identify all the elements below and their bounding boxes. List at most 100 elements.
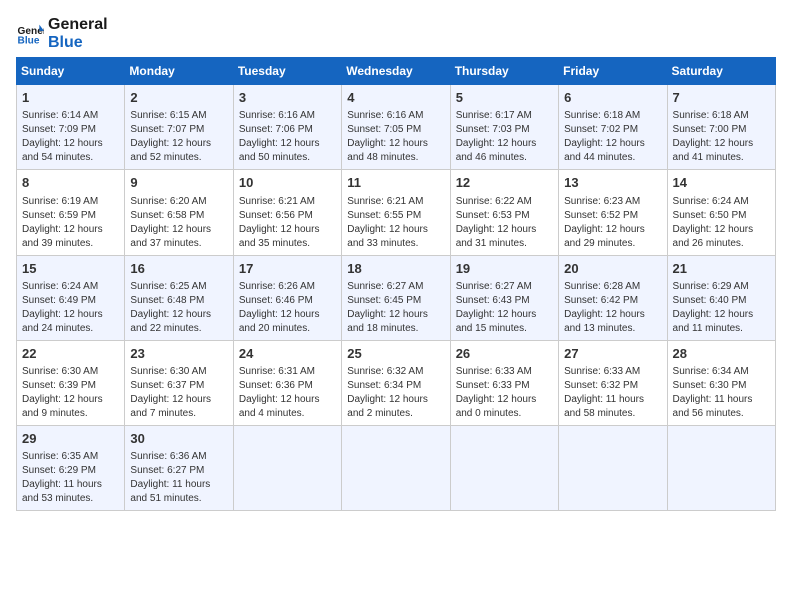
calendar-cell: 26Sunrise: 6:33 AM Sunset: 6:33 PM Dayli… [450,340,558,425]
calendar-cell: 25 Sunrise: 6:32 AM Sunset: 6:34 PM Dayli… [342,340,450,425]
day-number: 2 [130,89,227,107]
day-number: 3 [239,89,336,107]
day-number: 17 [239,260,336,278]
calendar-header: SundayMondayTuesdayWednesdayThursdayFrid… [17,58,776,85]
calendar-cell: 6 Sunrise: 6:18 AM Sunset: 7:02 PM Daylig… [559,85,667,170]
calendar-cell: 11 Sunrise: 6:21 AM Sunset: 6:55 PM Dayli… [342,170,450,255]
day-info: Sunrise: 6:19 AM Sunset: 6:59 PM Dayligh… [22,195,119,251]
calendar-cell [233,425,341,510]
day-info: Sunrise: 6:24 AM Sunset: 6:49 PM Dayligh… [22,280,119,336]
day-info: Sunrise: 6:14 AM Sunset: 7:09 PM Dayligh… [22,109,119,165]
day-number: 26 [456,345,553,363]
day-info: Sunrise: 6:17 AM Sunset: 7:03 PM Dayligh… [456,109,553,165]
calendar-cell: 23 Sunrise: 6:30 AM Sunset: 6:37 PM Dayli… [125,340,233,425]
calendar-cell: 22 Sunrise: 6:30 AM Sunset: 6:39 PM Dayli… [17,340,125,425]
day-number: 22 [22,345,119,363]
day-number: 29 [22,430,119,448]
calendar-cell [342,425,450,510]
day-number: 6 [564,89,661,107]
col-header-tuesday: Tuesday [233,58,341,85]
day-info: Sunrise: 6:23 AM Sunset: 6:52 PM Dayligh… [564,195,661,251]
day-number: 21 [673,260,770,278]
calendar-cell: 12 Sunrise: 6:22 AM Sunset: 6:53 PM Dayli… [450,170,558,255]
day-number: 27 [564,345,661,363]
calendar-cell: 9 Sunrise: 6:20 AM Sunset: 6:58 PM Daylig… [125,170,233,255]
calendar-cell [559,425,667,510]
calendar-cell [667,425,775,510]
day-info: Sunrise: 6:35 AM Sunset: 6:29 PM Dayligh… [22,450,119,506]
calendar-cell: 20 Sunrise: 6:28 AM Sunset: 6:42 PM Dayli… [559,255,667,340]
calendar-cell: 14 Sunrise: 6:24 AM Sunset: 6:50 PM Dayli… [667,170,775,255]
day-number: 12 [456,174,553,192]
calendar-week-2: 8Sunrise: 6:19 AM Sunset: 6:59 PM Daylig… [17,170,776,255]
day-info: Sunrise: 6:34 AM Sunset: 6:30 PM Dayligh… [673,365,770,421]
day-info: Sunrise: 6:36 AM Sunset: 6:27 PM Dayligh… [130,450,227,506]
day-number: 1 [22,89,119,107]
day-info: Sunrise: 6:26 AM Sunset: 6:46 PM Dayligh… [239,280,336,336]
calendar-cell: 2 Sunrise: 6:15 AM Sunset: 7:07 PM Daylig… [125,85,233,170]
day-number: 10 [239,174,336,192]
calendar-cell: 1 Sunrise: 6:14 AM Sunset: 7:09 PM Daylig… [17,85,125,170]
calendar-week-4: 22 Sunrise: 6:30 AM Sunset: 6:39 PM Dayli… [17,340,776,425]
day-number: 28 [673,345,770,363]
day-info: Sunrise: 6:16 AM Sunset: 7:05 PM Dayligh… [347,109,444,165]
day-number: 19 [456,260,553,278]
logo: General Blue General Blue [16,16,108,51]
col-header-monday: Monday [125,58,233,85]
day-info: Sunrise: 6:16 AM Sunset: 7:06 PM Dayligh… [239,109,336,165]
day-info: Sunrise: 6:25 AM Sunset: 6:48 PM Dayligh… [130,280,227,336]
calendar-cell: 17 Sunrise: 6:26 AM Sunset: 6:46 PM Dayli… [233,255,341,340]
calendar-cell: 21 Sunrise: 6:29 AM Sunset: 6:40 PM Dayli… [667,255,775,340]
day-info: Sunrise: 6:27 AM Sunset: 6:45 PM Dayligh… [347,280,444,336]
calendar-cell: 3 Sunrise: 6:16 AM Sunset: 7:06 PM Daylig… [233,85,341,170]
day-info: Sunrise: 6:24 AM Sunset: 6:50 PM Dayligh… [673,195,770,251]
day-number: 23 [130,345,227,363]
calendar-week-3: 15 Sunrise: 6:24 AM Sunset: 6:49 PM Dayli… [17,255,776,340]
day-info: Sunrise: 6:18 AM Sunset: 7:00 PM Dayligh… [673,109,770,165]
day-info: Sunrise: 6:18 AM Sunset: 7:02 PM Dayligh… [564,109,661,165]
logo-general: General [48,16,108,33]
day-number: 16 [130,260,227,278]
day-info: Sunrise: 6:30 AM Sunset: 6:39 PM Dayligh… [22,365,119,421]
day-number: 25 [347,345,444,363]
day-number: 30 [130,430,227,448]
day-info: Sunrise: 6:30 AM Sunset: 6:37 PM Dayligh… [130,365,227,421]
day-number: 18 [347,260,444,278]
day-info: Sunrise: 6:22 AM Sunset: 6:53 PM Dayligh… [456,195,553,251]
day-info: Sunrise: 6:29 AM Sunset: 6:40 PM Dayligh… [673,280,770,336]
logo-icon: General Blue [16,20,44,48]
day-info: Sunrise: 6:27 AM Sunset: 6:43 PM Dayligh… [456,280,553,336]
calendar-cell: 13 Sunrise: 6:23 AM Sunset: 6:52 PM Dayli… [559,170,667,255]
calendar-cell: 27Sunrise: 6:33 AM Sunset: 6:32 PM Dayli… [559,340,667,425]
day-info: Sunrise: 6:21 AM Sunset: 6:56 PM Dayligh… [239,195,336,251]
day-number: 15 [22,260,119,278]
day-info: Sunrise: 6:28 AM Sunset: 6:42 PM Dayligh… [564,280,661,336]
day-number: 4 [347,89,444,107]
col-header-friday: Friday [559,58,667,85]
calendar-cell: 7 Sunrise: 6:18 AM Sunset: 7:00 PM Daylig… [667,85,775,170]
calendar-cell: 18 Sunrise: 6:27 AM Sunset: 6:45 PM Dayli… [342,255,450,340]
day-number: 13 [564,174,661,192]
calendar-cell: 16 Sunrise: 6:25 AM Sunset: 6:48 PM Dayli… [125,255,233,340]
day-number: 20 [564,260,661,278]
day-info: Sunrise: 6:32 AM Sunset: 6:34 PM Dayligh… [347,365,444,421]
svg-text:Blue: Blue [18,35,40,46]
header: General Blue General Blue [16,16,776,51]
calendar-table: SundayMondayTuesdayWednesdayThursdayFrid… [16,57,776,511]
calendar-cell: 28 Sunrise: 6:34 AM Sunset: 6:30 PM Dayli… [667,340,775,425]
col-header-saturday: Saturday [667,58,775,85]
calendar-cell: 8Sunrise: 6:19 AM Sunset: 6:59 PM Daylig… [17,170,125,255]
day-info: Sunrise: 6:20 AM Sunset: 6:58 PM Dayligh… [130,195,227,251]
calendar-cell: 30 Sunrise: 6:36 AM Sunset: 6:27 PM Dayli… [125,425,233,510]
day-number: 7 [673,89,770,107]
calendar-week-1: 1 Sunrise: 6:14 AM Sunset: 7:09 PM Daylig… [17,85,776,170]
calendar-cell: 4 Sunrise: 6:16 AM Sunset: 7:05 PM Daylig… [342,85,450,170]
calendar-week-5: 29 Sunrise: 6:35 AM Sunset: 6:29 PM Dayli… [17,425,776,510]
day-number: 24 [239,345,336,363]
calendar-cell: 15 Sunrise: 6:24 AM Sunset: 6:49 PM Dayli… [17,255,125,340]
day-number: 11 [347,174,444,192]
day-number: 9 [130,174,227,192]
day-info: Sunrise: 6:21 AM Sunset: 6:55 PM Dayligh… [347,195,444,251]
day-info: Sunrise: 6:15 AM Sunset: 7:07 PM Dayligh… [130,109,227,165]
day-number: 14 [673,174,770,192]
